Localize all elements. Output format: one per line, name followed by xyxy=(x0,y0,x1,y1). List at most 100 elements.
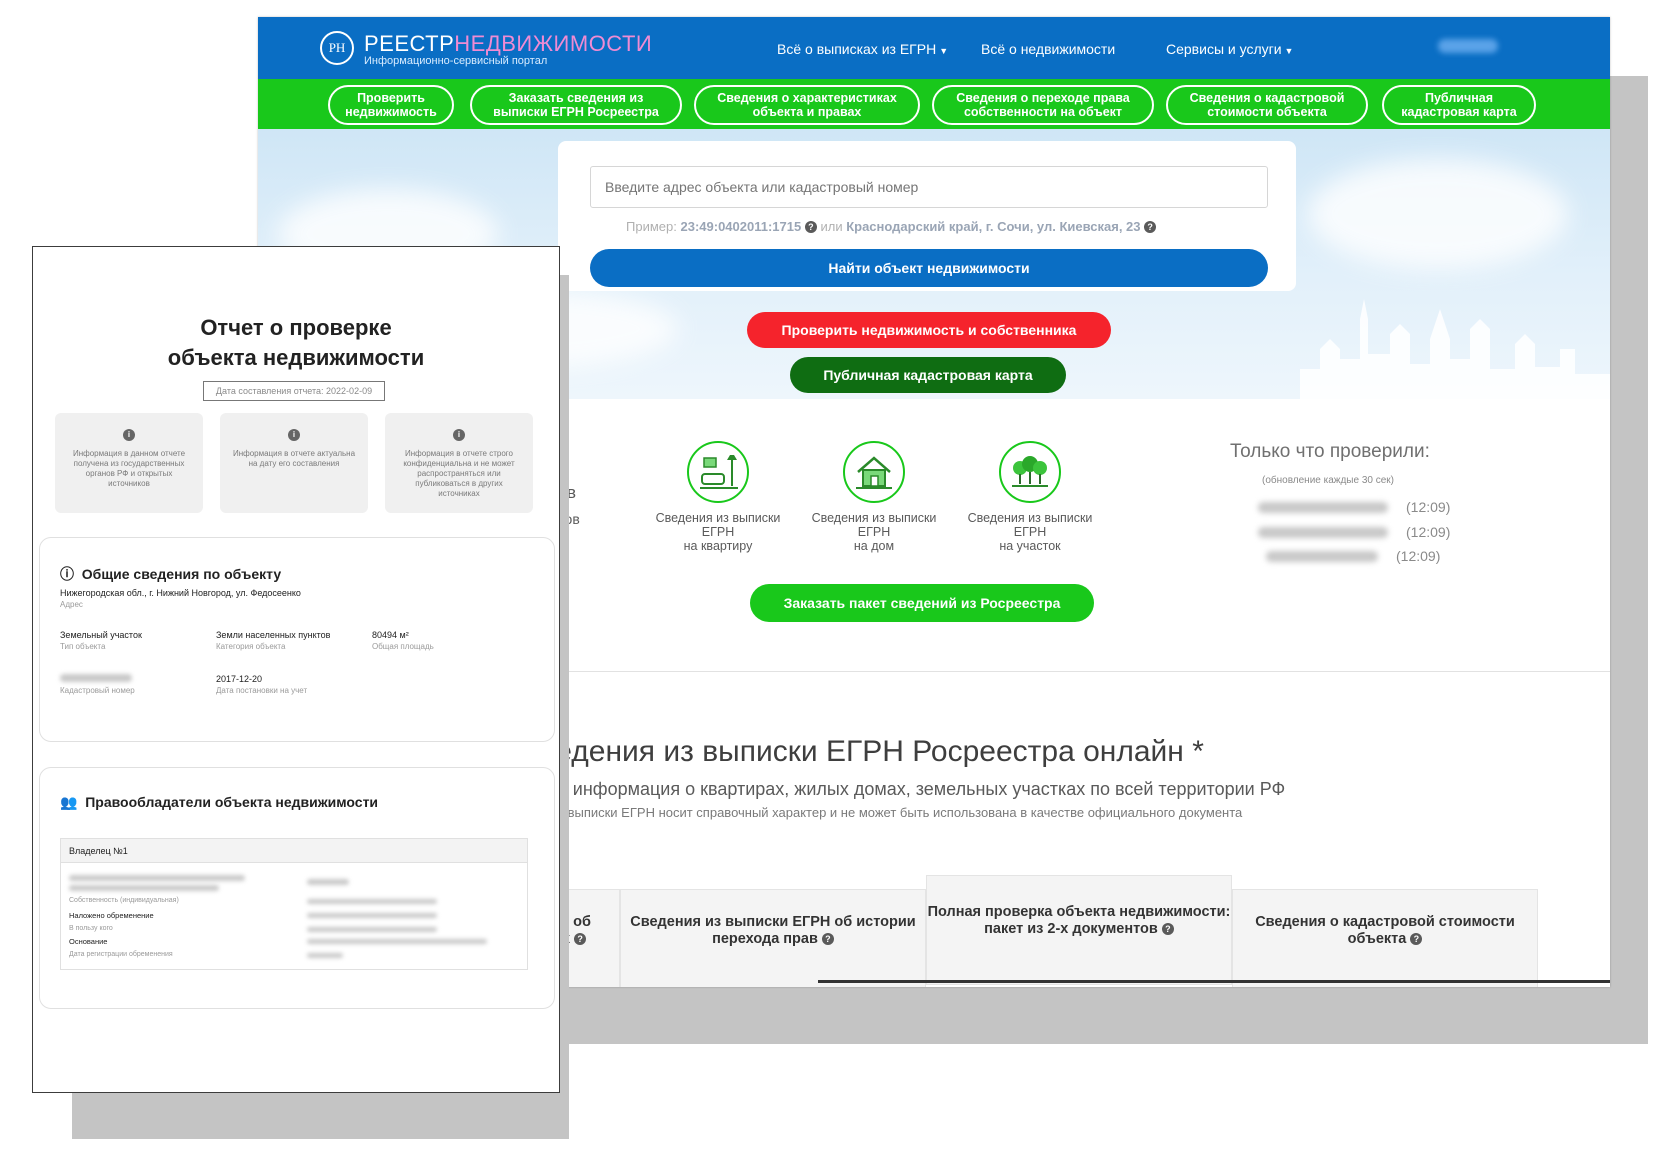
report-title: Отчет о проверке объекта недвижимости xyxy=(167,315,425,370)
type-value: Земельный участок xyxy=(60,630,142,640)
blurred-text xyxy=(307,899,437,904)
blurred-text xyxy=(307,953,343,958)
blurred-cadastral-number xyxy=(1258,502,1388,513)
cadastral-label: Кадастровый номер xyxy=(60,686,135,695)
owner-record: Владелец №1 Собственность (индивидуальна… xyxy=(60,838,528,970)
product-column-full-check[interactable]: Полная проверка объекта недвижимости: па… xyxy=(926,875,1232,985)
blurred-text xyxy=(69,885,219,891)
users-icon: 👥 xyxy=(60,794,78,810)
area-label: Общая площадь xyxy=(372,642,434,651)
recent-check-row[interactable]: (12:09) xyxy=(1258,524,1458,542)
land-plot-icon xyxy=(999,441,1061,503)
section-title: Сведения из выписки ЕГРН Росреестра онла… xyxy=(518,735,1204,768)
example-address[interactable]: Краснодарский край, г. Сочи, ул. Киевска… xyxy=(846,219,1140,234)
recent-checks-note: (обновление каждые 30 сек) xyxy=(1262,475,1395,486)
city-skyline-image xyxy=(1300,299,1610,399)
info-box: i Информация в данном отчете получена из … xyxy=(55,413,203,513)
logo-title[interactable]: РЕЕСТРНЕДВИЖИМОСТИ xyxy=(364,31,652,57)
general-info-title: ⓘ Общие сведения по объекту xyxy=(60,566,282,582)
nav-about-realty[interactable]: Всё о недвижимости xyxy=(981,41,1115,57)
blurred-text xyxy=(307,927,437,932)
screenshot-bottom-edge xyxy=(818,980,1610,983)
reg-date-value: 2017-12-20 xyxy=(216,674,263,684)
green-nav-public-map[interactable]: Публичная кадастровая карта xyxy=(1382,85,1536,125)
blurred-text xyxy=(307,939,487,944)
ownership-label: Собственность (индивидуальная) xyxy=(69,897,179,904)
general-info-card: ⓘ Общие сведения по объекту Нижегородска… xyxy=(39,537,555,742)
service-apartment[interactable]: Сведения из выписки ЕГРН на квартиру xyxy=(643,441,793,553)
help-icon[interactable]: ? xyxy=(1144,221,1157,233)
account-menu[interactable] xyxy=(1438,39,1498,53)
info-box: i Информация в отчете строго конфиденциал… xyxy=(385,413,533,513)
green-nav-ownership-transfer[interactable]: Сведения о переходе права собственности … xyxy=(932,85,1154,125)
service-label: Сведения из выписки ЕГРН на участок xyxy=(967,511,1093,553)
chevron-down-icon: ▼ xyxy=(939,46,949,56)
service-label: Сведения из выписки ЕГРН на дом xyxy=(811,511,937,553)
blurred-cadastral-number xyxy=(1266,551,1378,562)
help-icon[interactable]: ? xyxy=(1161,923,1174,935)
reg-date-label: Дата постановки на учет xyxy=(216,686,308,695)
public-map-button[interactable]: Публичная кадастровая карта xyxy=(790,357,1066,393)
example-cadastral-number[interactable]: 23:49:0402011:1715 xyxy=(680,219,801,234)
owners-title: 👥 Правообладатели объекта недвижимости xyxy=(60,794,379,810)
category-label: Категория объекта xyxy=(216,642,286,651)
green-nav-cadastral-value[interactable]: Сведения о кадастровой стоимости объекта xyxy=(1166,85,1368,125)
blurred-cadastral-number xyxy=(1258,527,1388,538)
check-owner-button[interactable]: Проверить недвижимость и собственника xyxy=(747,312,1111,348)
section-subtitle: ая информация о квартирах, жилых домах, … xyxy=(548,779,1286,799)
recent-check-row[interactable]: (12:09) xyxy=(1258,548,1458,566)
service-land-plot[interactable]: Сведения из выписки ЕГРН на участок xyxy=(955,441,1105,553)
report-date: Дата составления отчета: 2022-02-09 xyxy=(203,381,385,401)
owner-header: Владелец №1 xyxy=(61,839,527,863)
report-document: Отчет о проверке объекта недвижимости Дат… xyxy=(32,246,560,1093)
nav-egrn-extracts[interactable]: Всё о выписках из ЕГРН ▼ xyxy=(777,41,948,57)
address-label: Адрес xyxy=(60,600,83,609)
type-label: Тип объекта xyxy=(60,642,106,651)
info-icon: i xyxy=(288,429,300,441)
green-nav-check-realty[interactable]: Проверить недвижимость xyxy=(328,85,454,125)
help-icon[interactable]: ? xyxy=(1410,933,1423,945)
green-nav-order-extract[interactable]: Заказать сведения из выписки ЕГРН Росрее… xyxy=(470,85,682,125)
help-icon[interactable]: ? xyxy=(804,221,817,233)
apartment-icon xyxy=(687,441,749,503)
help-icon[interactable]: ? xyxy=(821,933,834,945)
recent-check-time: (12:09) xyxy=(1396,548,1441,564)
header: РН РЕЕСТРНЕДВИЖИМОСТИ Информационно-серв… xyxy=(258,17,1610,79)
address-value: Нижегородская обл., г. Нижний Новгород, … xyxy=(60,588,301,598)
house-icon xyxy=(843,441,905,503)
help-icon[interactable]: ? xyxy=(574,933,587,945)
logo-icon[interactable]: РН xyxy=(320,31,354,65)
encumbrance-label: Наложено обременение xyxy=(69,911,154,920)
info-icon: i xyxy=(453,429,465,441)
product-column-transfer-history[interactable]: Сведения из выписки ЕГРН об истории пере… xyxy=(620,889,926,987)
basis-label: Основание xyxy=(69,937,108,946)
chevron-down-icon: ▼ xyxy=(1284,46,1294,56)
product-column-cadastral-value[interactable]: Сведения о кадастровой стоимости объекта… xyxy=(1232,889,1538,987)
order-package-button[interactable]: Заказать пакет сведений из Росреестра xyxy=(750,584,1094,622)
blurred-text xyxy=(307,879,349,885)
blurred-cadastral-number xyxy=(60,674,132,682)
recent-check-row[interactable]: (12:09) xyxy=(1258,499,1458,517)
recent-check-time: (12:09) xyxy=(1406,499,1451,515)
info-box: i Информация в отчете актуальна на дату е… xyxy=(220,413,368,513)
recent-checks-title: Только что проверили: xyxy=(1230,441,1430,462)
find-object-button[interactable]: Найти объект недвижимости xyxy=(590,249,1268,287)
search-input[interactable] xyxy=(590,166,1268,208)
blurred-text xyxy=(69,875,245,881)
search-example: Пример: 23:49:0402011:1715 ? или Краснод… xyxy=(626,219,1157,234)
blurred-text xyxy=(307,913,437,918)
info-icon: i xyxy=(123,429,135,441)
logo-subtitle: Информационно-сервисный портал xyxy=(364,55,548,67)
green-nav-characteristics[interactable]: Сведения о характеристиках объекта и пра… xyxy=(694,85,920,125)
nav-services[interactable]: Сервисы и услуги ▼ xyxy=(1166,41,1293,57)
recent-check-time: (12:09) xyxy=(1406,524,1451,540)
section-note: з выписки ЕГРН носит справочный характер… xyxy=(558,805,1243,820)
encumbrance-date-label: Дата регистрации обременения xyxy=(69,951,173,958)
in-favor-label: В пользу кого xyxy=(69,925,113,932)
info-circle-icon: ⓘ xyxy=(60,566,74,582)
area-value: 80494 м² xyxy=(372,630,409,640)
category-value: Земли населенных пунктов xyxy=(216,630,331,640)
green-nav-bar: Проверить недвижимость Заказать сведения… xyxy=(258,79,1610,129)
service-house[interactable]: Сведения из выписки ЕГРН на дом xyxy=(799,441,949,553)
service-label: Сведения из выписки ЕГРН на квартиру xyxy=(655,511,781,553)
